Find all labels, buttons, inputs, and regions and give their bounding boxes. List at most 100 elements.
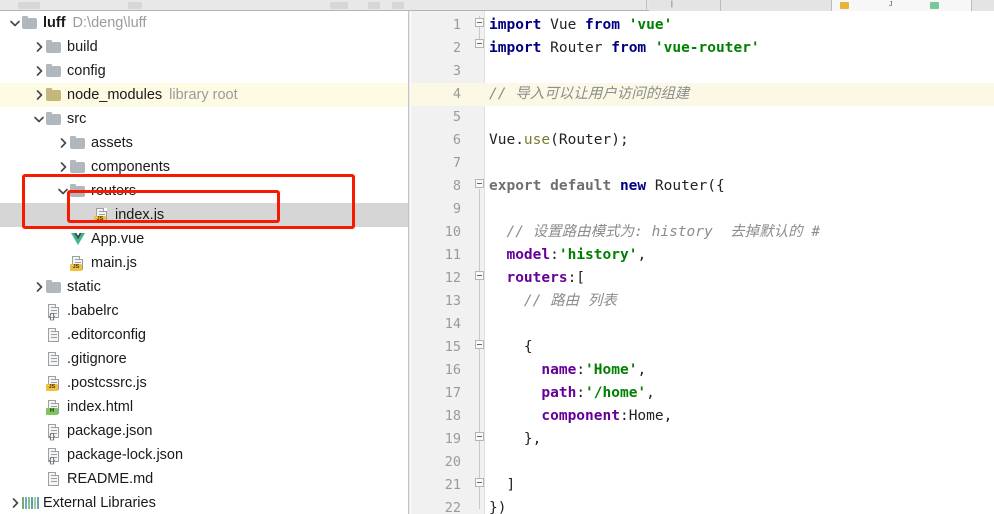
code-line-22[interactable]: 22}) [411,497,994,514]
tree-item-index-js[interactable]: JS index.js [0,203,408,227]
chevron-right-icon[interactable] [32,88,46,102]
chevron-right-icon[interactable] [56,136,70,150]
tree-item-package-json[interactable]: {} package.json [0,419,408,443]
chevron-down-icon[interactable] [56,184,70,198]
code-line-13[interactable]: 13 // 路由 列表 [411,290,994,313]
tree-item-external-libraries[interactable]: External Libraries [0,491,408,514]
chevron-down-icon[interactable] [32,112,46,126]
project-tree-panel[interactable]: luff D:\deng\luff build config node_modules l… [0,11,408,514]
code-text: // 设置路由模式为: history 去掉默认的 # [489,221,820,244]
editor-tab-3[interactable] [972,0,994,11]
code-line-2[interactable]: 2 import Router from 'vue-router' [411,37,994,60]
code-token: // 路由 列表 [489,293,617,309]
tree-item-label: routers [91,183,137,199]
tree-item-label: External Libraries [43,495,156,511]
line-number: 18 [444,408,461,424]
code-line-19[interactable]: 19 }, [411,428,994,451]
line-number: 22 [444,500,461,514]
editor-tab-2[interactable]: J [832,0,972,11]
code-line-15[interactable]: 15 { [411,336,994,359]
code-token: 'Home' [585,362,638,378]
code-line-7[interactable]: 7 [411,152,994,175]
code-line-21[interactable]: 21 ] [411,474,994,497]
code-line-11[interactable]: 11 model:'history', [411,244,994,267]
tree-item-node-modules[interactable]: node_modules library root [0,83,408,107]
tree-item-label: .gitignore [67,351,127,367]
tree-item-label: static [67,279,101,295]
chevron-right-icon[interactable] [56,160,70,174]
tree-item--babelrc[interactable]: {} .babelrc [0,299,408,323]
code-line-17[interactable]: 17 path:'/home', [411,382,994,405]
line-number: 3 [452,63,461,79]
code-line-1[interactable]: 1 import Vue from 'vue' [411,14,994,37]
tree-item-main-js[interactable]: JS main.js [0,251,408,275]
fold-collapse-icon-line19[interactable] [475,432,484,441]
code-token: from [611,40,647,56]
tree-item-label: src [67,111,87,127]
code-line-4[interactable]: 4 // 导入可以让用户访问的组建 [411,83,994,106]
tree-item-luff[interactable]: luff D:\deng\luff [0,11,408,35]
fold-collapse-icon-line1[interactable] [475,18,484,27]
tree-item-components[interactable]: components [0,155,408,179]
code-line-14[interactable]: 14 [411,313,994,336]
code-line-6[interactable]: 6 Vue.use(Router); [411,129,994,152]
toolbar-button-run[interactable] [368,2,380,9]
chevron-right-icon[interactable] [8,496,22,510]
code-text: model:'history', [489,244,646,267]
line-number: 11 [444,247,461,263]
tree-item-routers[interactable]: routers [0,179,408,203]
toolbar-button-group-mid[interactable] [128,2,142,9]
chevron-right-icon[interactable] [32,64,46,78]
code-line-12[interactable]: 12 routers:[ [411,267,994,290]
fold-collapse-icon-line8[interactable] [475,179,484,188]
tree-item--gitignore[interactable]: .gitignore [0,347,408,371]
tree-item-build[interactable]: build [0,35,408,59]
code-line-16[interactable]: 16 name:'Home', [411,359,994,382]
chevron-right-icon[interactable] [32,40,46,54]
chevron-down-icon[interactable] [8,16,22,30]
code-text: ] [489,474,515,497]
tree-item-index-html[interactable]: Hindex.html [0,395,408,419]
code-line-3[interactable]: 3 [411,60,994,83]
code-line-10[interactable]: 10 // 设置路由模式为: history 去掉默认的 # [411,221,994,244]
chevron-right-icon[interactable] [32,280,46,294]
tree-item-label: build [67,39,98,55]
tree-item-label: node_modules [67,87,163,103]
fold-collapse-icon-line15[interactable] [475,340,484,349]
tree-item-src[interactable]: src [0,107,408,131]
tree-item-static[interactable]: static [0,275,408,299]
tree-item-app-vue[interactable]: App.vue [0,227,408,251]
tree-item--editorconfig[interactable]: .editorconfig [0,323,408,347]
toolbar-button-group-right[interactable] [330,2,348,9]
editor-tab-0[interactable]: | [649,0,721,11]
tree-item-config[interactable]: config [0,59,408,83]
pane-splitter[interactable] [408,11,410,514]
code-text: }, [489,428,541,451]
editor-tab-1[interactable] [721,0,832,11]
code-token: Vue [541,17,586,33]
code-line-5[interactable]: 5 [411,106,994,129]
fold-collapse-icon-line2[interactable] [475,39,484,48]
tree-item-readme-md[interactable]: README.md [0,467,408,491]
toolbar-button-group-left[interactable] [18,2,40,9]
json-file-icon: {} [46,423,62,441]
tree-item-package-lock-json[interactable]: {} package-lock.json [0,443,408,467]
code-line-9[interactable]: 9 [411,198,994,221]
code-line-20[interactable]: 20 [411,451,994,474]
tree-item--postcssrc-js[interactable]: JS .postcssrc.js [0,371,408,395]
tree-item-assets[interactable]: assets [0,131,408,155]
vue-file-icon [930,2,939,9]
toolbar-button-debug[interactable] [392,2,404,9]
code-line-18[interactable]: 18 component:Home, [411,405,994,428]
code-editor[interactable]: 1 import Vue from 'vue' 2 import Router fro… [411,11,994,514]
fold-collapse-icon-line21[interactable] [475,478,484,487]
code-line-8[interactable]: 8 export default new Router({ [411,175,994,198]
tab-label-0: | [671,1,673,8]
fold-collapse-icon-line12[interactable] [475,271,484,280]
